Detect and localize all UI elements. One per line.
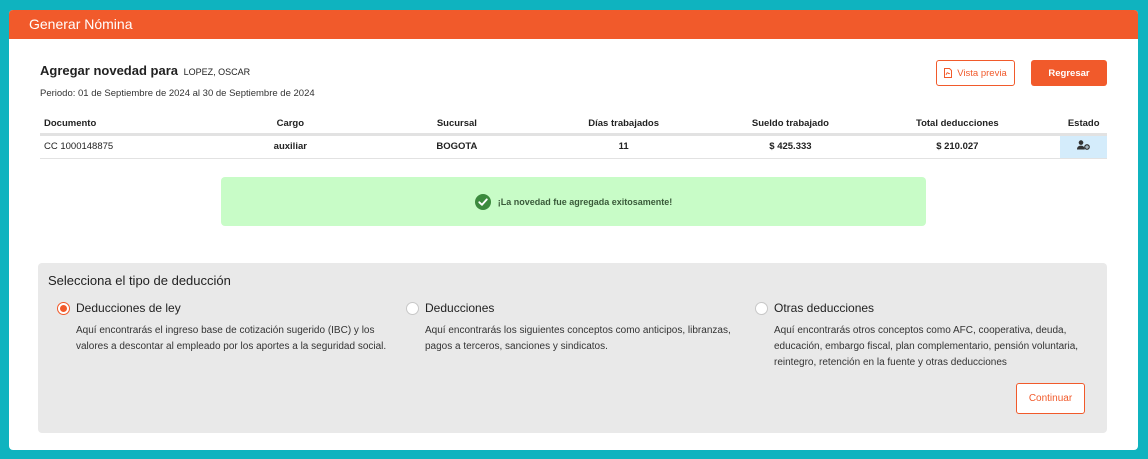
preview-button-label: Vista previa bbox=[957, 67, 1007, 79]
payroll-window: Generar Nómina Agregar novedad para LOPE… bbox=[9, 10, 1138, 450]
cell-total: $ 210.027 bbox=[854, 134, 1061, 159]
employee-table: Documento Cargo Sucursal Días trabajados… bbox=[40, 114, 1107, 159]
col-estado: Estado bbox=[1060, 114, 1107, 136]
continue-button[interactable]: Continuar bbox=[1016, 383, 1085, 414]
option-deducciones: Deducciones Aquí encontrarás los siguien… bbox=[406, 301, 736, 355]
option-label: Otras deducciones bbox=[774, 301, 875, 315]
option-label: Deducciones bbox=[425, 301, 495, 315]
pdf-icon bbox=[944, 68, 953, 78]
user-settings-icon bbox=[1077, 140, 1091, 150]
employee-name: LOPEZ, OSCAR bbox=[183, 67, 251, 77]
cell-sucursal: BOGOTA bbox=[393, 134, 521, 159]
option-label: Deducciones de ley bbox=[76, 301, 181, 315]
novedad-title-text: Agregar novedad para bbox=[40, 63, 178, 78]
col-sucursal: Sucursal bbox=[393, 114, 521, 136]
radio-unselected-icon bbox=[406, 301, 419, 315]
radio-selected-icon bbox=[57, 301, 70, 315]
cell-dias: 11 bbox=[520, 134, 727, 159]
cell-cargo: auxiliar bbox=[187, 134, 394, 159]
cell-documento: CC 1000148875 bbox=[40, 134, 188, 159]
option-description: Aquí encontrarás otros conceptos como AF… bbox=[774, 325, 1079, 368]
cell-sueldo: $ 425.333 bbox=[726, 134, 855, 159]
option-description: Aquí encontrarás el ingreso base de coti… bbox=[76, 325, 387, 352]
radio-otras-deducciones[interactable]: Otras deducciones bbox=[755, 301, 1085, 315]
back-button[interactable]: Regresar bbox=[1031, 60, 1107, 86]
col-total: Total deducciones bbox=[854, 114, 1061, 136]
radio-deducciones-de-ley[interactable]: Deducciones de ley bbox=[57, 301, 387, 315]
radio-unselected-icon bbox=[755, 301, 768, 315]
table-header-row: Documento Cargo Sucursal Días trabajados… bbox=[40, 114, 1107, 136]
option-description: Aquí encontrarás los siguientes concepto… bbox=[425, 325, 731, 352]
col-sueldo: Sueldo trabajado bbox=[726, 114, 855, 136]
novedad-title: Agregar novedad para LOPEZ, OSCAR bbox=[40, 63, 250, 78]
panel-title: Selecciona el tipo de deducción bbox=[48, 273, 231, 288]
option-deducciones-de-ley: Deducciones de ley Aquí encontrarás el i… bbox=[57, 301, 387, 355]
option-otras-deducciones: Otras deducciones Aquí encontrarás otros… bbox=[755, 301, 1085, 371]
col-documento: Documento bbox=[40, 114, 188, 136]
col-dias: Días trabajados bbox=[520, 114, 727, 136]
period-text: Periodo: 01 de Septiembre de 2024 al 30 … bbox=[40, 88, 315, 99]
page-title: Generar Nómina bbox=[29, 16, 133, 32]
radio-deducciones[interactable]: Deducciones bbox=[406, 301, 736, 315]
check-circle-icon bbox=[474, 193, 491, 210]
success-message: ¡La novedad fue agregada exitosamente! bbox=[497, 196, 673, 207]
table-row: CC 1000148875 auxiliar BOGOTA 11 $ 425.3… bbox=[40, 134, 1107, 159]
deduction-type-panel: Selecciona el tipo de deducción Deduccio… bbox=[38, 263, 1107, 433]
col-cargo: Cargo bbox=[187, 114, 394, 136]
preview-button[interactable]: Vista previa bbox=[936, 60, 1015, 86]
estado-button[interactable] bbox=[1060, 134, 1107, 159]
page-header: Generar Nómina bbox=[9, 10, 1138, 39]
success-alert: ¡La novedad fue agregada exitosamente! bbox=[221, 177, 926, 226]
